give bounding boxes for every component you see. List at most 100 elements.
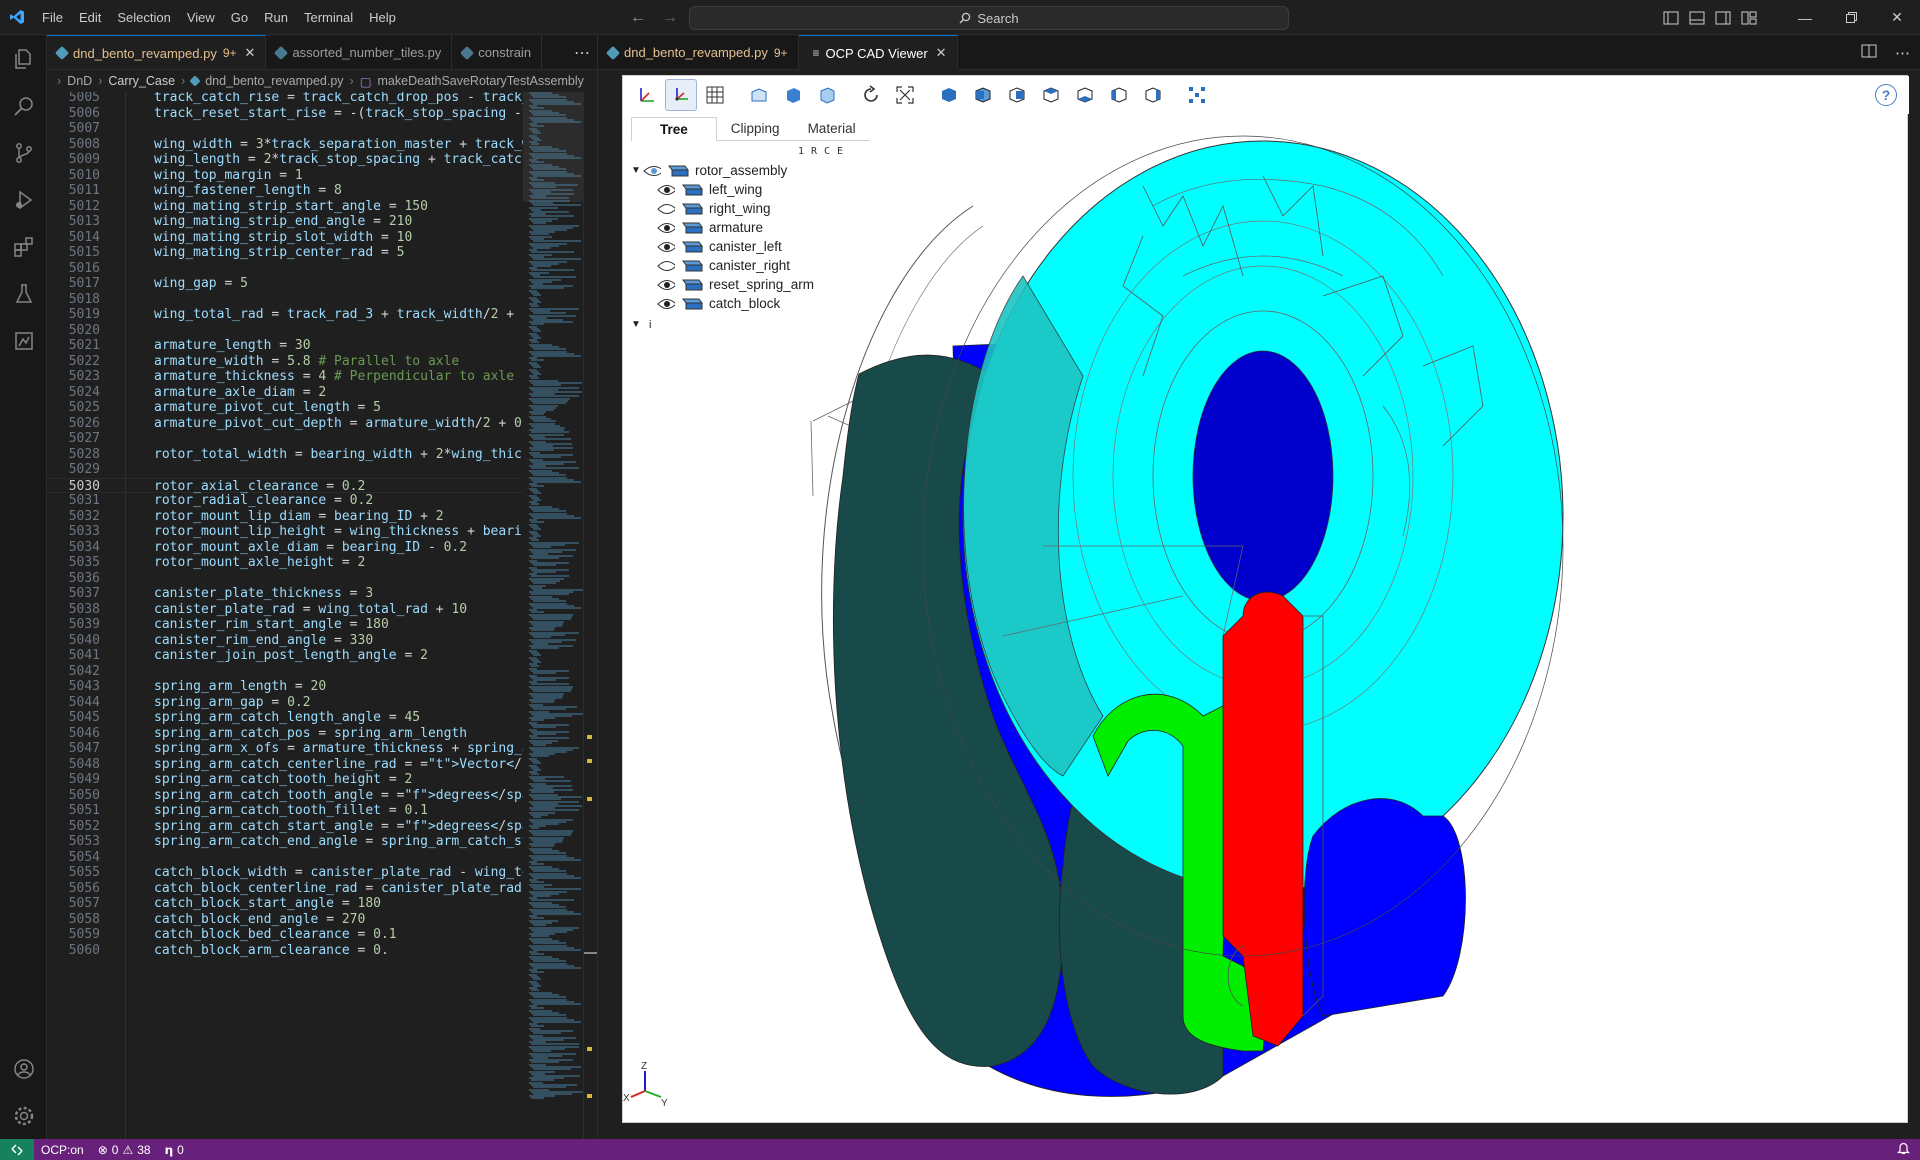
- transparent-icon[interactable]: [777, 79, 809, 111]
- tree-item[interactable]: catch_block: [631, 294, 861, 313]
- more-actions-icon[interactable]: ⋯: [1895, 44, 1910, 62]
- code-line[interactable]: 5018: [47, 292, 523, 308]
- code-line[interactable]: 5019 wing_total_rad = track_rad_3 + track…: [47, 307, 530, 323]
- minimap[interactable]: [523, 92, 583, 1139]
- editor-scrollbar[interactable]: [583, 92, 597, 1139]
- code-line[interactable]: 5055 catch_block_width = canister_plate_r…: [47, 865, 530, 881]
- menu-help[interactable]: Help: [361, 0, 404, 35]
- close-tab-icon[interactable]: ✕: [936, 45, 947, 61]
- code-line[interactable]: 5052 spring_arm_catch_start_angle = ="f">…: [47, 819, 597, 835]
- tab-dnd-bento-revamped[interactable]: dnd_bento_revamped.py 9+ ✕: [47, 35, 267, 69]
- breadcrumb-item-dnd[interactable]: DnD: [67, 74, 92, 88]
- extensions-icon[interactable]: [0, 223, 47, 270]
- code-line[interactable]: 5012 wing_mating_strip_start_angle = 150: [47, 199, 523, 215]
- code-line[interactable]: 5039 canister_rim_start_angle = 180: [47, 617, 523, 633]
- tab-material[interactable]: Material: [793, 117, 870, 141]
- code-line[interactable]: 5047 spring_arm_x_ofs = armature_thicknes…: [47, 741, 530, 757]
- axes-origin-icon[interactable]: [665, 79, 697, 111]
- eye-icon[interactable]: [657, 279, 675, 290]
- ocp-status[interactable]: OCP:on: [34, 1143, 91, 1157]
- code-line[interactable]: 5029: [47, 462, 523, 478]
- perspective-icon[interactable]: [743, 79, 775, 111]
- fit-view-icon[interactable]: [889, 79, 921, 111]
- tab-ocp-cad-viewer[interactable]: ≡ OCP CAD Viewer ✕: [798, 35, 958, 70]
- code-editor[interactable]: 5005 track_catch_rise = track_catch_drop_…: [47, 92, 597, 1139]
- run-debug-icon[interactable]: [0, 176, 47, 223]
- tree-root-2[interactable]: ▼ i: [631, 315, 861, 334]
- code-line[interactable]: 5035 rotor_mount_axle_height = 2: [47, 555, 523, 571]
- black-edges-icon[interactable]: [811, 79, 843, 111]
- iso-view-icon[interactable]: [933, 79, 965, 111]
- tree-item[interactable]: reset_spring_arm: [631, 275, 861, 294]
- code-line[interactable]: 5037 canister_plate_thickness = 3: [47, 586, 523, 602]
- code-line[interactable]: 5016: [47, 261, 523, 277]
- code-line[interactable]: 5045 spring_arm_catch_length_angle = 45: [47, 710, 523, 726]
- tab-assorted-number-tiles[interactable]: assorted_number_tiles.py: [266, 35, 453, 69]
- tree-item[interactable]: canister_left: [631, 237, 861, 256]
- code-line[interactable]: 5022 armature_width = 5.8 # Parallel to a…: [47, 354, 523, 370]
- code-line[interactable]: 5038 canister_plate_rad = wing_total_rad …: [47, 602, 523, 618]
- forward-arrow-icon[interactable]: →: [662, 9, 678, 27]
- rear-view-icon[interactable]: [1001, 79, 1033, 111]
- axes-icon[interactable]: [631, 79, 663, 111]
- code-line[interactable]: 5015 wing_mating_strip_center_rad = 5: [47, 245, 523, 261]
- left-view-icon[interactable]: [1103, 79, 1135, 111]
- code-line[interactable]: 5043 spring_arm_length = 20: [47, 679, 523, 695]
- code-line[interactable]: 5007: [47, 121, 523, 137]
- code-line[interactable]: 5044 spring_arm_gap = 0.2: [47, 695, 523, 711]
- menu-file[interactable]: File: [34, 0, 71, 35]
- code-line[interactable]: 5011 wing_fastener_length = 8: [47, 183, 523, 199]
- collapse-arrow-icon[interactable]: ▼: [631, 319, 643, 330]
- code-line[interactable]: 5040 canister_rim_end_angle = 330: [47, 633, 523, 649]
- eye-hidden-icon[interactable]: [657, 203, 675, 214]
- code-line[interactable]: 5006 track_reset_start_rise = -(track_sto…: [47, 106, 530, 122]
- code-line[interactable]: 5024 armature_axle_diam = 2: [47, 385, 523, 401]
- ports-status[interactable]: 𝝶 0: [158, 1143, 191, 1157]
- eye-icon[interactable]: [657, 222, 675, 233]
- menu-edit[interactable]: Edit: [71, 0, 109, 35]
- ocp-cad-viewer-icon[interactable]: [0, 317, 47, 364]
- code-line[interactable]: 5008 wing_width = 3*track_separation_mast…: [47, 137, 530, 153]
- breadcrumb-item-carry-case[interactable]: Carry_Case: [108, 74, 175, 88]
- restore-icon[interactable]: [1828, 0, 1874, 35]
- problems-status[interactable]: ⊗ 0 ⚠ 38: [91, 1143, 158, 1157]
- breadcrumb-item-function[interactable]: makeDeathSaveRotaryTestAssembly: [378, 74, 584, 88]
- menu-go[interactable]: Go: [223, 0, 256, 35]
- minimize-icon[interactable]: —: [1782, 0, 1828, 35]
- code-line[interactable]: 5017 wing_gap = 5: [47, 276, 523, 292]
- toggle-primary-sidebar-icon[interactable]: [1658, 0, 1684, 35]
- top-view-icon[interactable]: [1035, 79, 1067, 111]
- code-line[interactable]: 5036: [47, 571, 523, 587]
- code-line[interactable]: 5005 track_catch_rise = track_catch_drop_…: [47, 92, 530, 106]
- code-line[interactable]: 5021 armature_length = 30: [47, 338, 523, 354]
- tree-item[interactable]: right_wing: [631, 199, 861, 218]
- code-line[interactable]: 5060 catch_block_arm_clearance = 0.: [47, 943, 523, 959]
- toggle-secondary-sidebar-icon[interactable]: [1710, 0, 1736, 35]
- code-line[interactable]: 5032 rotor_mount_lip_diam = bearing_ID + …: [47, 509, 523, 525]
- code-line[interactable]: 5042: [47, 664, 523, 680]
- help-icon[interactable]: ?: [1875, 84, 1897, 106]
- explorer-icon[interactable]: [0, 35, 47, 82]
- tree-item[interactable]: left_wing: [631, 180, 861, 199]
- tab-constrain[interactable]: constrain: [452, 35, 543, 69]
- notifications-bell-icon[interactable]: [1897, 1141, 1910, 1158]
- minimap-slider[interactable]: [523, 92, 583, 202]
- manage-gear-icon[interactable]: [0, 1092, 47, 1139]
- toggle-panel-icon[interactable]: [1684, 0, 1710, 35]
- menu-selection[interactable]: Selection: [109, 0, 178, 35]
- close-tab-icon[interactable]: ✕: [245, 45, 256, 61]
- menu-terminal[interactable]: Terminal: [296, 0, 361, 35]
- search-view-icon[interactable]: [0, 82, 47, 129]
- code-line[interactable]: 5054: [47, 850, 523, 866]
- code-line[interactable]: 5014 wing_mating_strip_slot_width = 10: [47, 230, 523, 246]
- accounts-icon[interactable]: [0, 1045, 47, 1092]
- menu-run[interactable]: Run: [256, 0, 296, 35]
- eye-hidden-icon[interactable]: [657, 260, 675, 271]
- tab-dnd-bento-revamped-right[interactable]: dnd_bento_revamped.py 9+: [598, 35, 799, 70]
- code-line[interactable]: 5030 rotor_axial_clearance = 0.2: [47, 477, 523, 494]
- eye-icon[interactable]: [657, 184, 675, 195]
- code-line[interactable]: 5025 armature_pivot_cut_length = 5: [47, 400, 523, 416]
- customize-layout-icon[interactable]: [1736, 0, 1762, 35]
- explode-icon[interactable]: [1181, 79, 1213, 111]
- grid-icon[interactable]: [699, 79, 731, 111]
